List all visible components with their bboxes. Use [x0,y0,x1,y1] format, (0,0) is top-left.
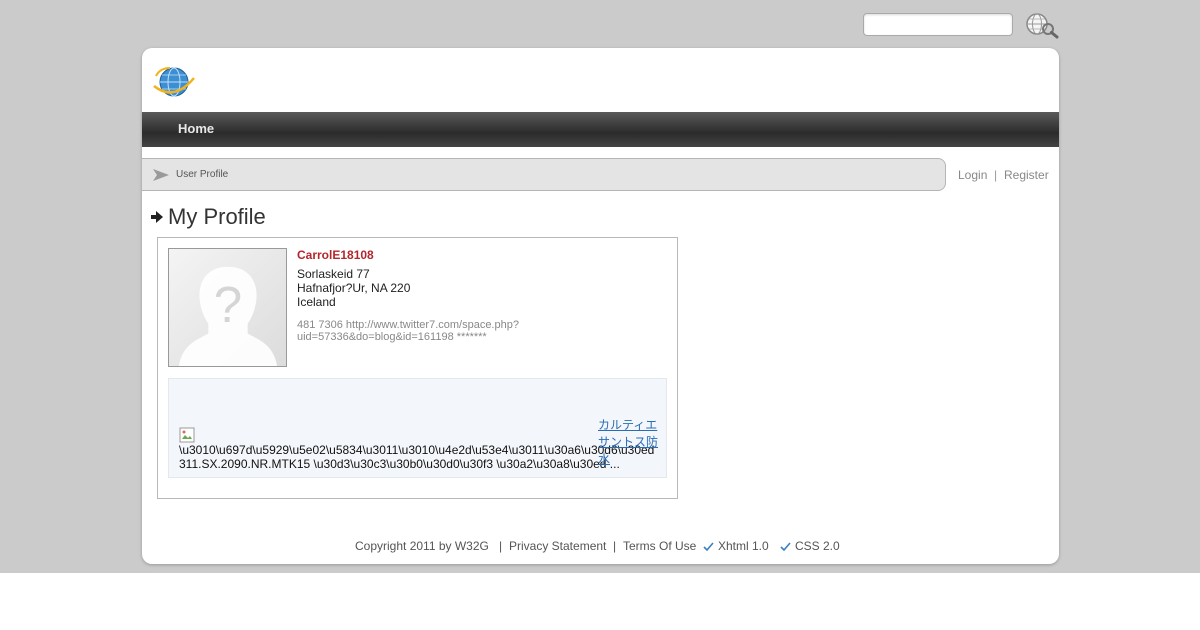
profile-username: CarrolE18108 [297,248,374,262]
register-link[interactable]: Register [1004,168,1049,182]
title-arrow-icon [151,211,163,223]
page-title: My Profile [168,204,266,229]
breadcrumb-current: User Profile [176,169,229,180]
footer-copyright: Copyright 2011 by W32G [355,539,489,553]
ad-link[interactable]: カルティエサントス防水 [598,417,658,468]
login-link[interactable]: Login [958,168,987,182]
profile-address-line1: Sorlaskeid 77 [297,267,370,281]
profile-misc-info: 481 7306 http://www.twitter7.com/space.p… [297,319,519,343]
footer-separator: | [499,539,503,553]
ad-text: \u3010\u697d\u5929\u5e02\u5834\u3011\u30… [179,443,655,471]
broken-image-icon[interactable] [179,427,195,443]
avatar-placeholder-icon: ? [178,266,278,366]
check-icon [703,542,714,551]
main-navbar [142,112,1059,147]
svg-text:?: ? [214,276,242,333]
profile-address-line2: Hafnafjor?Ur, NA 220 [297,281,411,295]
breadcrumb-bar [142,158,946,191]
search-globe-icon[interactable] [1024,11,1060,39]
account-separator: | [994,168,998,182]
footer-separator: | [613,539,617,553]
site-logo-globe-icon[interactable] [150,62,198,102]
footer-css-link[interactable]: CSS 2.0 [795,539,840,553]
nav-home-link[interactable]: Home [178,121,214,136]
breadcrumb-arrow-icon [153,169,169,181]
check-icon [780,542,791,551]
footer: Copyright 2011 by W32G | Privacy Stateme… [0,539,1200,555]
footer-xhtml-link[interactable]: Xhtml 1.0 [718,539,769,553]
footer-terms-link[interactable]: Terms Of Use [623,539,696,553]
footer-privacy-link[interactable]: Privacy Statement [509,539,606,553]
avatar: ? [168,248,287,367]
search-input[interactable] [863,13,1013,36]
profile-country: Iceland [297,295,336,309]
